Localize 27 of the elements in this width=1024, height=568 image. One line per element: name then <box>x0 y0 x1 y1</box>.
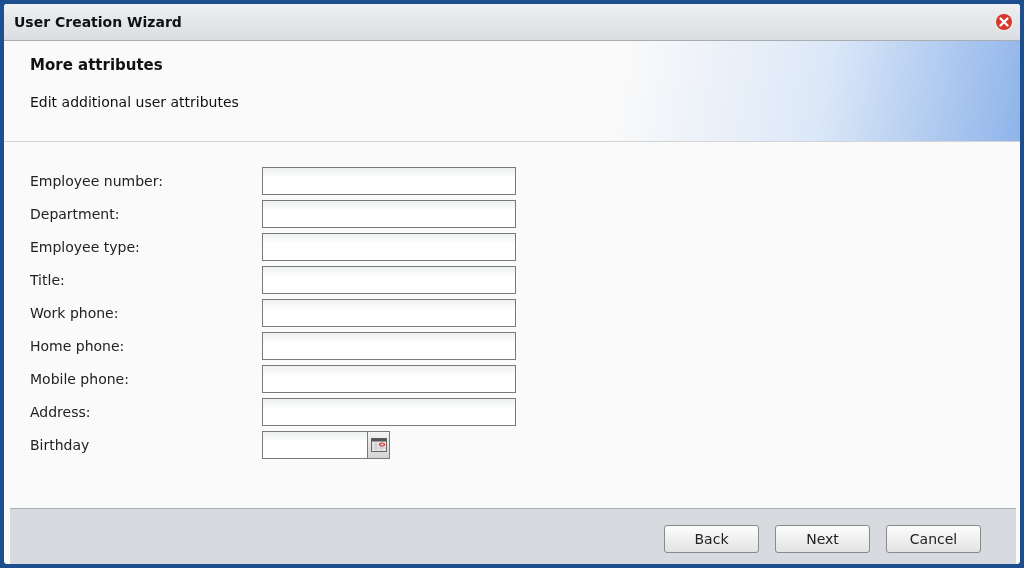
input-field[interactable] <box>262 232 516 261</box>
input-field[interactable] <box>262 298 516 327</box>
input-field[interactable] <box>262 199 516 228</box>
field-label: Address: <box>30 403 92 420</box>
close-icon[interactable] <box>994 12 1014 32</box>
wizard-button[interactable]: Next <box>775 524 870 553</box>
input-field[interactable] <box>262 166 516 195</box>
calendar-button[interactable] <box>368 430 390 459</box>
wizard-button[interactable]: Back <box>664 524 759 553</box>
field-label: Employee number: <box>30 172 164 189</box>
field-label: Mobile phone: <box>30 370 130 387</box>
input-field[interactable] <box>262 364 516 393</box>
field-label: Home phone: <box>30 337 126 354</box>
section-title: More attributes <box>30 56 164 74</box>
input-field[interactable] <box>262 397 516 426</box>
window-title: User Creation Wizard <box>14 14 182 30</box>
input-field[interactable] <box>262 265 516 294</box>
date-field[interactable] <box>262 430 368 459</box>
calendar-icon <box>370 437 387 452</box>
field-label: Birthday <box>30 436 91 453</box>
field-label: Title: <box>30 271 66 288</box>
field-label: Department: <box>30 205 121 222</box>
input-field[interactable] <box>262 331 516 360</box>
field-label: Work phone: <box>30 304 120 321</box>
field-label: Employee type: <box>30 238 141 255</box>
wizard-button[interactable]: Cancel <box>886 524 981 553</box>
section-subtitle: Edit additional user attributes <box>30 94 240 110</box>
